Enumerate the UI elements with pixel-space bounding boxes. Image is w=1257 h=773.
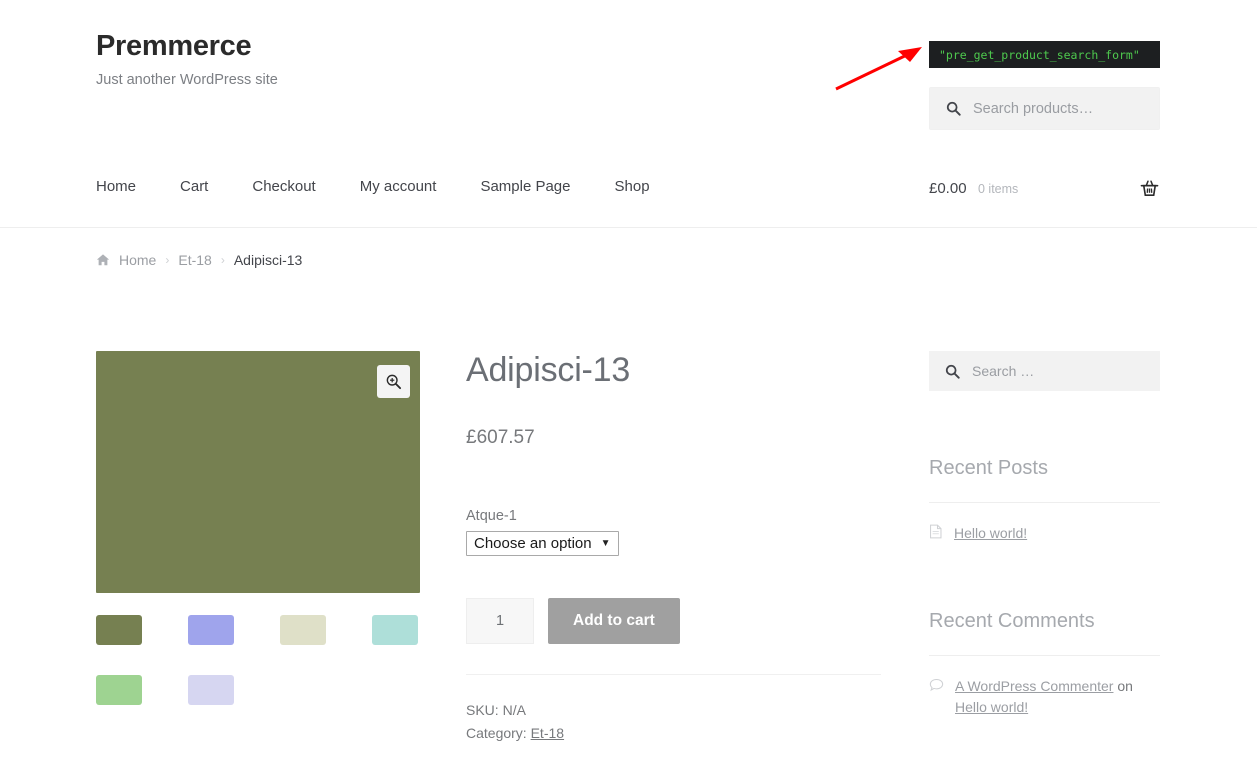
comment-author-link[interactable]: A WordPress Commenter — [955, 678, 1113, 694]
site-header: Premmerce Just another WordPress site Se… — [0, 0, 1257, 228]
product-thumbnail-3[interactable] — [280, 615, 326, 645]
nav-item-shop[interactable]: Shop — [615, 178, 650, 195]
document-icon — [929, 523, 943, 544]
shopping-basket-icon[interactable] — [1139, 178, 1160, 204]
add-to-cart-button[interactable]: Add to cart — [548, 598, 680, 645]
sku-label: SKU: — [466, 702, 499, 719]
code-hook-tooltip: "pre_get_product_search_form" — [929, 41, 1160, 68]
breadcrumb: Home › Et-18 › Adipisci-13 — [96, 252, 302, 268]
sidebar-search-placeholder: Search … — [972, 363, 1035, 379]
product-thumbnail-6[interactable] — [188, 675, 234, 705]
product-variations: Atque-1 Choose an option ▼ — [466, 508, 881, 557]
comment-post-link[interactable]: Hello world! — [955, 699, 1028, 715]
site-title[interactable]: Premmerce — [96, 30, 278, 63]
widget-recent-comments: Recent Comments A WordPress Commenter on… — [929, 610, 1160, 717]
list-item: A WordPress Commenter on Hello world! — [929, 676, 1160, 717]
add-to-cart-form: 1 Add to cart — [466, 598, 881, 645]
product-search-placeholder: Search products… — [973, 100, 1094, 117]
sku-value: N/A — [502, 702, 526, 719]
category-label: Category: — [466, 725, 527, 742]
page-title: Adipisci-13 — [466, 351, 631, 389]
site-branding: Premmerce Just another WordPress site — [96, 30, 278, 88]
breadcrumb-item-current: Adipisci-13 — [233, 252, 303, 268]
quantity-input[interactable]: 1 — [466, 598, 534, 645]
product-category: Category: Et-18 — [466, 722, 881, 745]
breadcrumb-item-et-18[interactable]: Et-18 — [178, 252, 211, 268]
breadcrumb-item-home[interactable]: Home — [119, 252, 156, 268]
search-icon — [946, 101, 961, 116]
cart-total-amount: £0.00 — [929, 180, 967, 197]
product-gallery — [96, 351, 420, 735]
list-item: Hello world! — [929, 523, 1160, 544]
primary-navigation: Home Cart Checkout My account Sample Pag… — [96, 178, 650, 195]
product-main-image[interactable] — [96, 351, 420, 593]
attribute-select-value: Choose an option — [474, 535, 592, 553]
cart-item-count: 0 items — [978, 182, 1019, 196]
product-summary: Adipisci-13 £607.57 Atque-1 Choose an op… — [466, 351, 881, 745]
sidebar-search-field[interactable]: Search … — [929, 351, 1160, 391]
widget-body: Hello world! — [929, 502, 1160, 544]
chevron-down-icon: ▼ — [600, 538, 611, 550]
breadcrumb-separator: › — [220, 253, 225, 267]
attribute-select[interactable]: Choose an option ▼ — [466, 531, 619, 557]
search-icon — [945, 364, 960, 379]
widget-title: Recent Comments — [929, 610, 1095, 633]
product-thumbnail-5[interactable] — [96, 675, 142, 705]
product-search-field[interactable]: Search products… — [929, 87, 1160, 130]
home-icon[interactable] — [96, 253, 110, 267]
product-thumbnail-list — [96, 615, 420, 735]
comment-entry: A WordPress Commenter on Hello world! — [955, 676, 1160, 717]
recent-post-link[interactable]: Hello world! — [954, 523, 1027, 543]
product-price: £607.57 — [466, 427, 535, 449]
magnifier-plus-icon[interactable] — [377, 365, 410, 398]
nav-item-my-account[interactable]: My account — [360, 178, 437, 195]
attribute-label: Atque-1 — [466, 508, 517, 525]
widget-recent-posts: Recent Posts Hello world! — [929, 457, 1160, 544]
product-thumbnail-1[interactable] — [96, 615, 142, 645]
nav-item-sample-page[interactable]: Sample Page — [480, 178, 570, 195]
category-link[interactable]: Et-18 — [531, 725, 564, 741]
breadcrumb-separator: › — [165, 253, 170, 267]
product-thumbnail-4[interactable] — [372, 615, 418, 645]
nav-item-home[interactable]: Home — [96, 178, 136, 195]
page-root: Premmerce Just another WordPress site Se… — [0, 0, 1257, 773]
product-thumbnail-2[interactable] — [188, 615, 234, 645]
cart-summary[interactable]: £0.00 0 items — [929, 180, 1160, 206]
product-meta: SKU: N/A Category: Et-18 — [466, 674, 881, 745]
annotation-arrow-icon — [830, 44, 925, 99]
comment-joiner: on — [1113, 678, 1133, 695]
product-sku: SKU: N/A — [466, 699, 881, 722]
sidebar: Search … Recent Posts Hello world! Recen… — [929, 351, 1160, 773]
comment-icon — [929, 676, 944, 697]
nav-item-cart[interactable]: Cart — [180, 178, 208, 195]
site-tagline: Just another WordPress site — [96, 71, 278, 88]
widget-body: A WordPress Commenter on Hello world! — [929, 655, 1160, 717]
code-hook-tooltip-text: "pre_get_product_search_form" — [939, 47, 1140, 62]
nav-item-checkout[interactable]: Checkout — [252, 178, 315, 195]
widget-title: Recent Posts — [929, 457, 1048, 479]
